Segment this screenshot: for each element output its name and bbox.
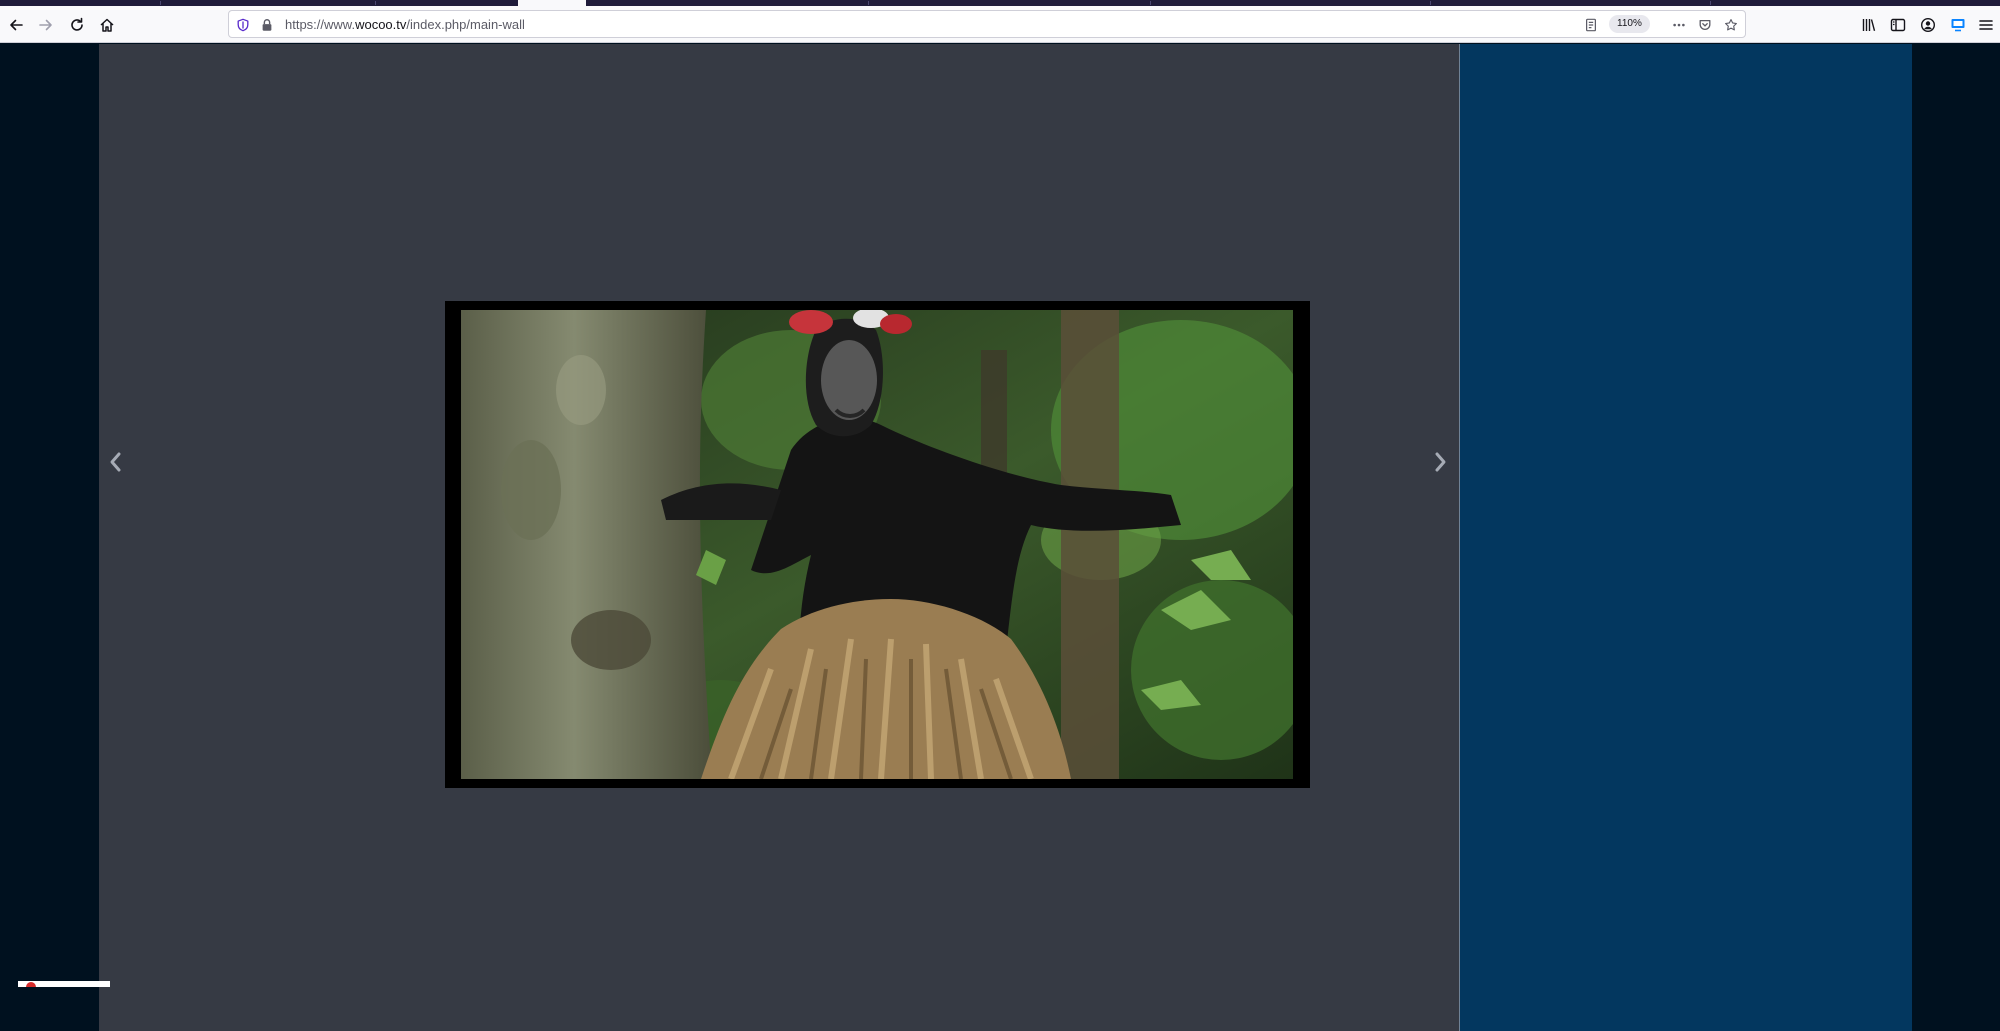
extension-icon [1951,19,1965,32]
previous-arrow-button[interactable] [103,444,127,480]
tab-separator [375,1,376,5]
library-icon [1862,19,1876,31]
more-actions-icon[interactable] [1671,17,1687,33]
next-arrow-button[interactable] [1429,444,1453,480]
video-thumbnail [461,310,1293,779]
url-host: wocoo.tv [355,17,407,32]
corner-widget[interactable] [18,981,110,987]
reload-icon [71,17,83,31]
navigation-toolbar: https://www.wocoo.tv/index.php/main-wall… [0,6,2000,43]
forward-arrow-icon [39,19,52,31]
tab-separator [1710,1,1711,5]
url-text[interactable]: https://www.wocoo.tv/index.php/main-wall [285,17,525,32]
account-icon [1920,17,1936,33]
back-button[interactable] [2,11,30,39]
back-arrow-icon [10,19,23,31]
side-panel [1459,44,1912,1031]
shield-icon[interactable] [235,17,251,33]
url-path: /index.php/main-wall [406,17,525,32]
chevron-right-icon [1435,452,1446,472]
lock-icon[interactable] [259,17,275,33]
page-content [0,44,2000,1031]
menu-button[interactable] [1972,11,2000,39]
video-player[interactable] [445,301,1310,788]
url-scheme: https://www. [285,17,356,32]
home-button[interactable] [93,11,121,39]
sidebar-button[interactable] [1884,11,1912,39]
library-button[interactable] [1855,11,1883,39]
url-bar[interactable]: https://www.wocoo.tv/index.php/main-wall… [228,10,1746,38]
media-viewer-panel [99,44,1459,1031]
zoom-level-button[interactable]: 110% [1609,15,1650,33]
pocket-icon[interactable] [1697,17,1713,33]
reader-view-icon[interactable] [1583,17,1599,33]
chevron-left-icon [110,452,121,472]
home-icon [100,18,114,32]
tab-separator [1150,1,1151,5]
account-button[interactable] [1914,11,1942,39]
sidebar-icon [1890,18,1906,32]
forward-button[interactable] [32,11,60,39]
red-indicator [26,982,36,987]
reload-button[interactable] [63,11,91,39]
tab-separator [868,1,869,5]
tab-separator [1430,1,1431,5]
hamburger-menu-icon [1979,20,1993,30]
star-icon[interactable] [1723,17,1739,33]
tab-separator [160,1,161,5]
extension-button[interactable] [1944,11,1972,39]
